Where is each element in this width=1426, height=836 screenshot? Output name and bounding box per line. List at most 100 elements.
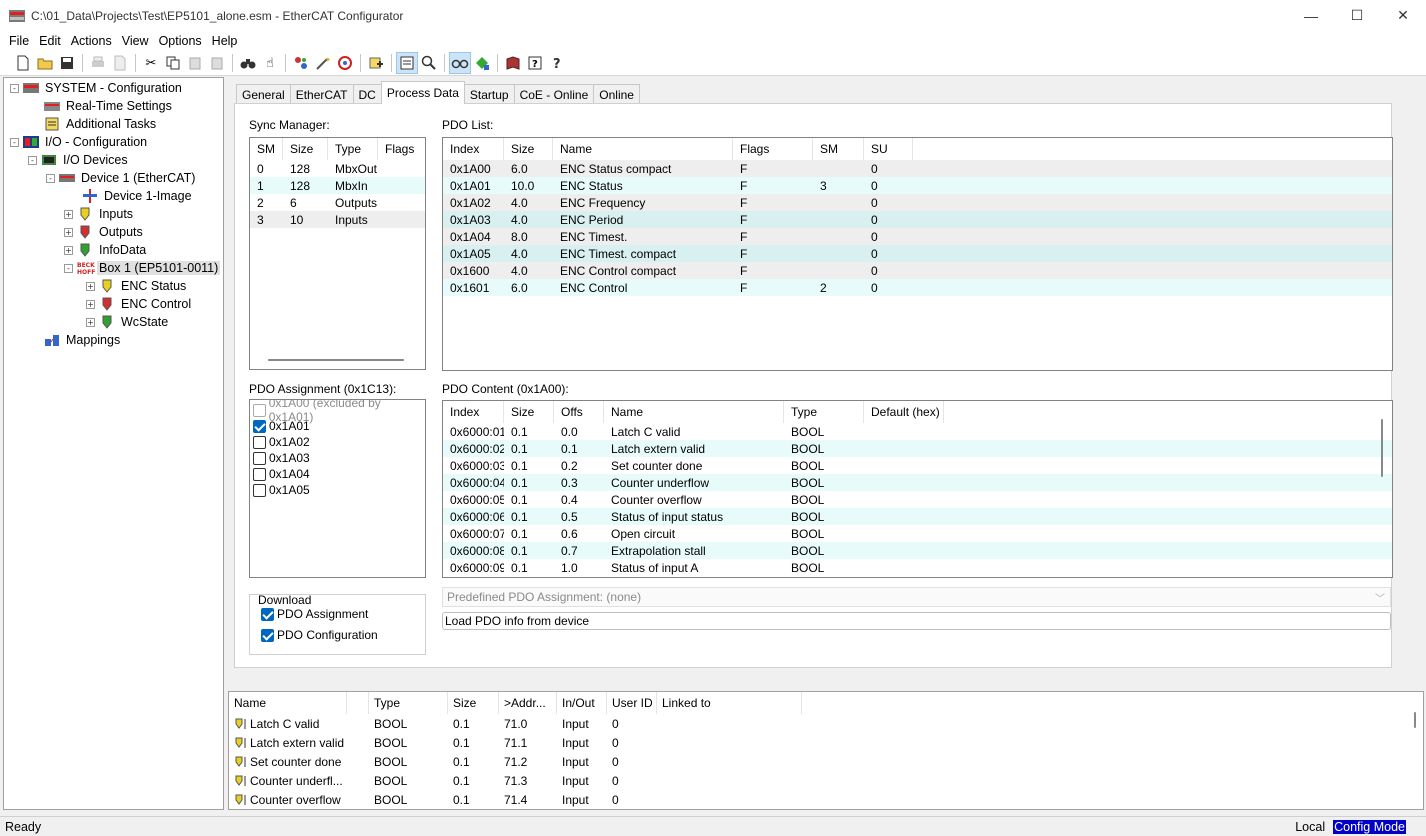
collapse-icon[interactable]: - <box>28 155 37 165</box>
tree-node-io-configuration[interactable]: - I/O - Configuration <box>10 133 149 151</box>
print-preview-icon[interactable] <box>109 52 131 74</box>
variable-row[interactable]: Set counter done BOOL 0.1 71.2 Input 0 <box>229 752 1423 771</box>
tree-node-io-devices[interactable]: - I/O Devices <box>28 151 130 169</box>
table-row[interactable]: 0x6000:02 0.1 0.1 Latch extern valid BOOL <box>443 440 1392 457</box>
download-pdo-assignment[interactable]: PDO Assignment <box>261 607 368 621</box>
variable-row[interactable]: Counter overflow BOOL 0.1 71.4 Input 0 <box>229 790 1423 809</box>
pdo-content-list[interactable]: Index Size Offs Name Type Default (hex) … <box>442 400 1393 578</box>
col-size[interactable]: Size <box>448 692 499 714</box>
add-device-icon[interactable] <box>365 52 387 74</box>
col-default-hex[interactable]: Default (hex) <box>864 401 944 423</box>
col-address[interactable]: >Addr... <box>499 692 557 714</box>
tree-node-device-1-ethercat[interactable]: - Device 1 (EtherCAT) <box>46 169 197 187</box>
glasses-icon[interactable] <box>449 52 471 74</box>
checkbox[interactable] <box>253 451 266 465</box>
tab-general[interactable]: General <box>236 84 291 104</box>
menu-file[interactable]: File <box>4 34 34 48</box>
pdo-assignment-item[interactable]: 0x1A03 <box>250 450 425 466</box>
pdo-assignment-item[interactable]: 0x1A04 <box>250 466 425 482</box>
table-row[interactable]: 0 128 MbxOut <box>250 160 425 177</box>
checkbox[interactable] <box>253 435 266 449</box>
expand-icon[interactable]: + <box>64 209 73 219</box>
table-row[interactable]: 0x6000:08 0.1 0.7 Extrapolation stall BOOL <box>443 542 1392 559</box>
table-row[interactable]: 0x6000:09 0.1 1.0 Status of input A BOOL <box>443 559 1392 576</box>
load-pdo-info-button[interactable]: Load PDO info from device <box>442 612 1391 630</box>
maximize-button[interactable]: ☐ <box>1334 0 1380 31</box>
col-type[interactable]: Type <box>784 401 864 423</box>
save-icon[interactable] <box>56 52 78 74</box>
col-index[interactable]: Index <box>443 401 504 423</box>
table-row[interactable]: 0x1601 6.0 ENC Control F 2 0 <box>443 279 1392 296</box>
checkbox[interactable] <box>261 628 274 642</box>
table-row[interactable]: 0x6000:05 0.1 0.4 Counter overflow BOOL <box>443 491 1392 508</box>
collapse-icon[interactable]: - <box>10 83 19 93</box>
horizontal-scrollbar[interactable] <box>268 359 404 361</box>
collapse-icon[interactable]: - <box>10 137 19 147</box>
tree-node-mappings[interactable]: Mappings <box>44 331 122 349</box>
paste-special-icon[interactable] <box>206 52 228 74</box>
checkbox[interactable] <box>253 467 266 481</box>
expand-icon[interactable]: + <box>86 317 95 327</box>
variable-row[interactable]: Latch C valid BOOL 0.1 71.0 Input 0 <box>229 714 1423 733</box>
menu-view[interactable]: View <box>117 34 154 48</box>
col-name[interactable]: Name <box>604 401 784 423</box>
tree-node-inputs[interactable]: + Inputs <box>64 205 135 223</box>
col-size[interactable]: Size <box>504 138 553 160</box>
checkbox[interactable] <box>253 419 266 433</box>
col-flags[interactable]: Flags <box>733 138 813 160</box>
col-size[interactable]: Size <box>283 138 328 160</box>
col-size[interactable]: Size <box>504 401 554 423</box>
table-row[interactable]: 0x1A05 4.0 ENC Timest. compact F 0 <box>443 245 1392 262</box>
pdo-assignment-list[interactable]: 0x1A00 (excluded by 0x1A01) 0x1A01 0x1A0… <box>249 399 426 578</box>
table-row[interactable]: 0x6000:04 0.1 0.3 Counter underflow BOOL <box>443 474 1392 491</box>
table-row[interactable]: 0x6000:03 0.1 0.2 Set counter done BOOL <box>443 457 1392 474</box>
tree-node-device-1-image[interactable]: Device 1-Image <box>82 187 194 205</box>
table-row[interactable]: 0x1A04 8.0 ENC Timest. F 0 <box>443 228 1392 245</box>
tree-node-additional-tasks[interactable]: Additional Tasks <box>44 115 158 133</box>
close-button[interactable]: ✕ <box>1380 0 1426 31</box>
tab-online[interactable]: Online <box>593 84 640 104</box>
pdo-assignment-item[interactable]: 0x1A00 (excluded by 0x1A01) <box>250 400 425 424</box>
wand-icon[interactable]: ✦ <box>312 52 334 74</box>
find-icon[interactable] <box>237 52 259 74</box>
table-row[interactable]: 0x1A00 6.0 ENC Status compact F 0 <box>443 160 1392 177</box>
variables-list[interactable]: Name Type Size >Addr... In/Out User ID L… <box>228 691 1424 810</box>
pdo-assignment-item[interactable]: 0x1A05 <box>250 482 425 498</box>
table-row[interactable]: 2 6 Outputs <box>250 194 425 211</box>
col-type[interactable]: Type <box>328 138 378 160</box>
tree-node-wcstate[interactable]: + WcState <box>86 313 170 331</box>
variable-row[interactable]: Latch extern valid BOOL 0.1 71.1 Input 0 <box>229 733 1423 752</box>
tab-startup[interactable]: Startup <box>463 84 515 104</box>
tab-coe-online[interactable]: CoE - Online <box>513 84 595 104</box>
tree-node-box-1[interactable]: - BECK HOFF Box 1 (EP5101-0011) <box>64 259 221 277</box>
expand-icon[interactable]: + <box>86 299 95 309</box>
col-index[interactable]: Index <box>443 138 504 160</box>
col-linked-to[interactable]: Linked to <box>657 692 802 714</box>
col-su[interactable]: SU <box>864 138 913 160</box>
new-icon[interactable] <box>12 52 34 74</box>
configuration-tree[interactable]: - SYSTEM - Configuration Real-Time Setti… <box>3 77 224 810</box>
cut-icon[interactable]: ✂ <box>140 52 162 74</box>
col-type[interactable]: Type <box>369 692 448 714</box>
book-icon[interactable] <box>502 52 524 74</box>
table-row[interactable]: 0x1A01 10.0 ENC Status F 3 0 <box>443 177 1392 194</box>
checkbox[interactable] <box>253 483 266 497</box>
tree-node-infodata[interactable]: + InfoData <box>64 241 148 259</box>
help-icon[interactable]: ? <box>546 52 568 74</box>
col-flags[interactable]: Flags <box>378 138 425 160</box>
table-row[interactable]: 0x1600 4.0 ENC Control compact F 0 <box>443 262 1392 279</box>
tab-ethercat[interactable]: EtherCAT <box>289 84 354 104</box>
collapse-icon[interactable]: - <box>64 263 73 273</box>
tab-dc[interactable]: DC <box>352 84 382 104</box>
col-sm[interactable]: SM <box>813 138 864 160</box>
predefined-pdo-dropdown[interactable]: Predefined PDO Assignment: (none) ﹀ <box>442 587 1391 607</box>
tree-node-enc-status[interactable]: + ENC Status <box>86 277 188 295</box>
sync-manager-list[interactable]: SM Size Type Flags 0 128 MbxOut 1 128 Mb… <box>249 137 426 370</box>
pdo-list[interactable]: Index Size Name Flags SM SU 0x1A00 6.0 ENC… <box>442 137 1393 371</box>
tree-node-enc-control[interactable]: + ENC Control <box>86 295 193 313</box>
menu-actions[interactable]: Actions <box>66 34 117 48</box>
checkbox[interactable] <box>261 607 274 621</box>
vertical-scrollbar[interactable] <box>1414 712 1416 728</box>
table-row[interactable]: 0x6000:06 0.1 0.5 Status of input status BOO… <box>443 508 1392 525</box>
col-name[interactable]: Name <box>553 138 733 160</box>
